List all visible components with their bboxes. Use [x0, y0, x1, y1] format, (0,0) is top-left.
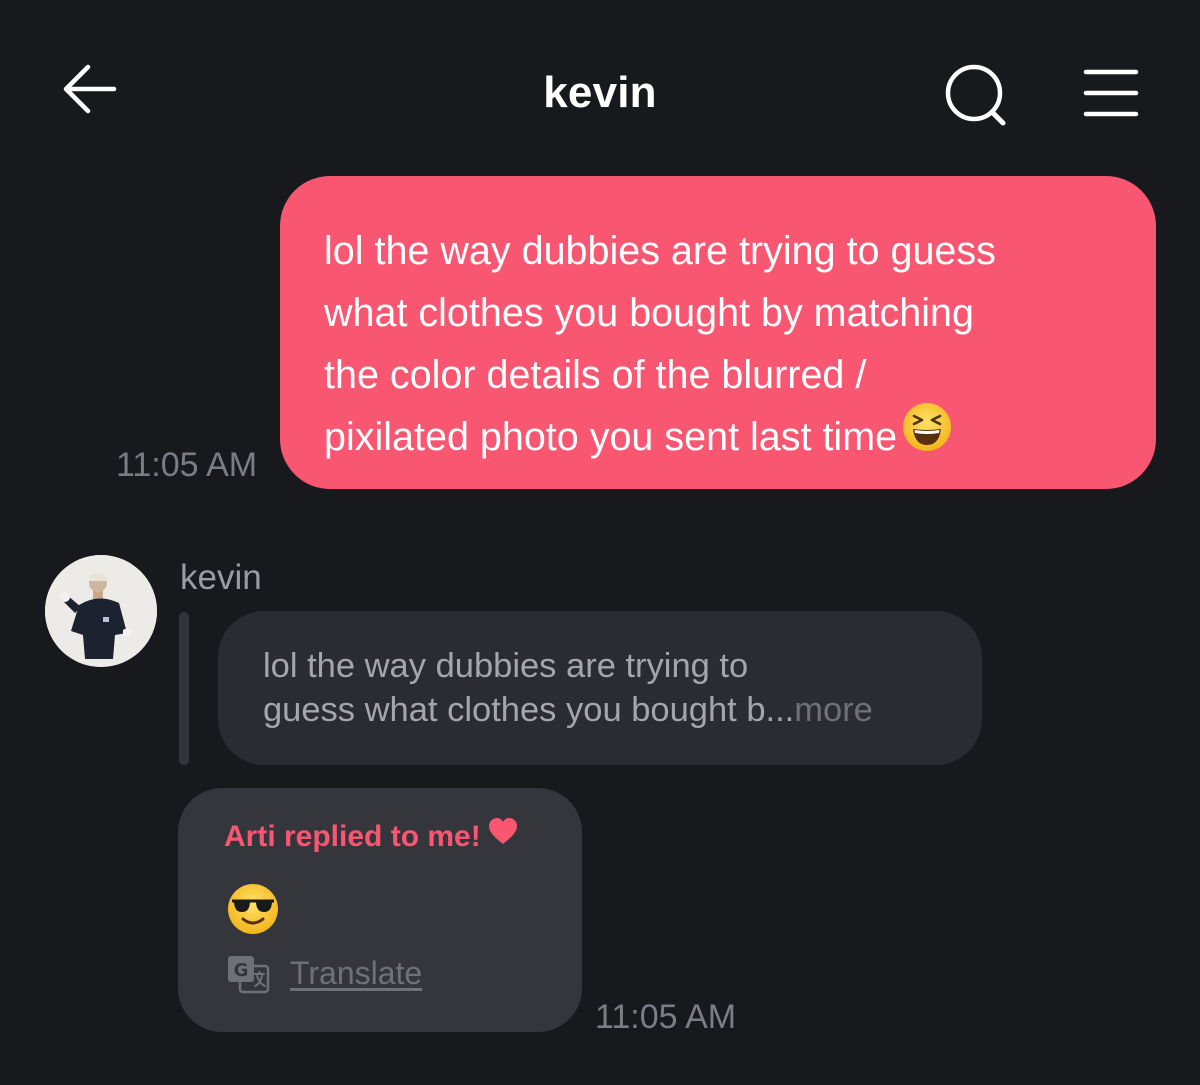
chat-header: kevin — [0, 0, 1200, 175]
more-link[interactable]: more — [794, 691, 873, 729]
quoted-message-line: guess what clothes you bought b... — [263, 691, 795, 729]
heart-icon — [487, 816, 519, 854]
sent-message-timestamp: 11:05 AM — [116, 446, 258, 484]
grinning-squinting-face-emoji — [901, 401, 953, 471]
received-message-timestamp: 11:05 AM — [595, 998, 737, 1036]
translate-icon: G — [226, 954, 270, 994]
arrow-left-icon — [63, 64, 117, 114]
reply-heading: Arti replied to me! — [224, 818, 519, 854]
sent-message-line: pixilated photo you sent last time — [324, 415, 898, 459]
translate-label[interactable]: Translate — [290, 955, 422, 992]
reply-message-bubble[interactable]: Arti replied to me! G Translate — [178, 788, 582, 1032]
sent-message-line: lol the way dubbies are trying to guess — [324, 229, 996, 273]
chat-title: kevin — [543, 68, 657, 117]
hamburger-menu-icon — [1083, 69, 1139, 117]
reply-quote-bar — [179, 612, 189, 765]
svg-text:G: G — [234, 960, 249, 981]
quoted-message-line: lol the way dubbies are trying to — [263, 647, 749, 685]
sender-name: kevin — [180, 558, 262, 597]
quoted-message-bubble[interactable]: lol the way dubbies are trying to guess … — [218, 611, 982, 765]
search-icon — [945, 64, 1006, 126]
sent-message-line: what clothes you bought by matching — [324, 291, 974, 335]
avatar[interactable] — [45, 555, 157, 667]
menu-button[interactable] — [1080, 66, 1142, 120]
sent-message-line: the color details of the blurred / — [324, 353, 867, 397]
back-button[interactable] — [58, 60, 122, 118]
smiling-face-with-sunglasses-emoji — [226, 882, 280, 936]
reply-heading-text: Arti replied to me! — [224, 820, 481, 853]
search-button[interactable] — [940, 60, 1010, 130]
sent-message-bubble[interactable]: lol the way dubbies are trying to guess … — [280, 176, 1156, 489]
